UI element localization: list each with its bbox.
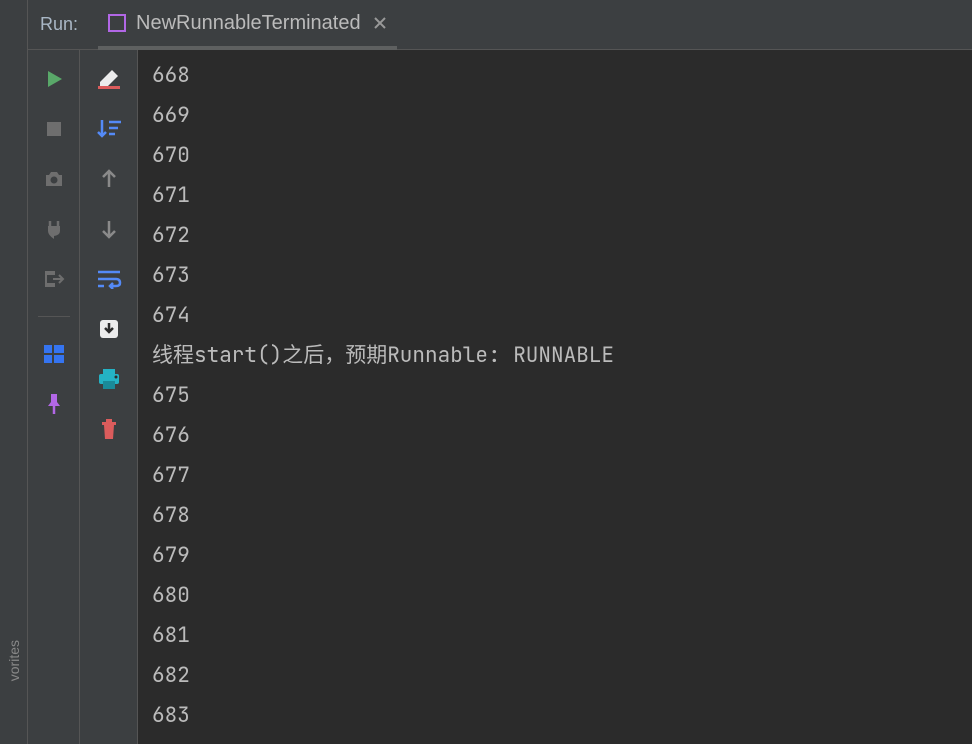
toolbar-right — [80, 50, 138, 744]
toolbar-left — [28, 50, 80, 744]
main-area: Run: NewRunnableTerminated — [28, 0, 972, 744]
console-line: 672 — [152, 216, 958, 256]
print-icon[interactable] — [94, 364, 124, 394]
console-line: 681 — [152, 616, 958, 656]
console-line: 线程start()之后，预期Runnable: RUNNABLE — [152, 336, 958, 376]
console-line: 677 — [152, 456, 958, 496]
run-tab[interactable]: NewRunnableTerminated — [98, 1, 397, 50]
console-line: 676 — [152, 416, 958, 456]
run-panel-label: Run: — [32, 14, 98, 35]
exit-icon[interactable] — [39, 264, 69, 294]
camera-icon[interactable] — [39, 164, 69, 194]
console-line: 679 — [152, 536, 958, 576]
console-line: 671 — [152, 176, 958, 216]
download-icon[interactable] — [94, 314, 124, 344]
console-line: 683 — [152, 696, 958, 736]
console-output[interactable]: 668 669 670 671 672 673 674 线程start()之后，… — [138, 50, 972, 744]
run-button[interactable] — [39, 64, 69, 94]
favorites-label: vorites — [6, 640, 22, 681]
close-tab-icon[interactable] — [373, 16, 387, 30]
console-line: 674 — [152, 296, 958, 336]
console-line: 678 — [152, 496, 958, 536]
run-toolbar: Run: NewRunnableTerminated — [28, 0, 972, 50]
trash-icon[interactable] — [94, 414, 124, 444]
tab-label: NewRunnableTerminated — [136, 12, 361, 35]
favorites-sidebar[interactable]: vorites — [0, 0, 28, 744]
plug-icon[interactable] — [39, 214, 69, 244]
application-icon — [108, 14, 126, 32]
console-line: 673 — [152, 256, 958, 296]
console-line: 680 — [152, 576, 958, 616]
console-line: 669 — [152, 96, 958, 136]
stop-button[interactable] — [39, 114, 69, 144]
content-area: 668 669 670 671 672 673 674 线程start()之后，… — [28, 50, 972, 744]
layout-icon[interactable] — [39, 339, 69, 369]
scroll-down-icon[interactable] — [94, 214, 124, 244]
console-line: 682 — [152, 656, 958, 696]
wrap-icon[interactable] — [94, 264, 124, 294]
console-line: 670 — [152, 136, 958, 176]
scroll-up-icon[interactable] — [94, 164, 124, 194]
separator — [38, 316, 70, 317]
highlight-icon[interactable] — [94, 64, 124, 94]
console-line: 675 — [152, 376, 958, 416]
sort-icon[interactable] — [94, 114, 124, 144]
pin-icon[interactable] — [39, 389, 69, 419]
console-line: 668 — [152, 56, 958, 96]
